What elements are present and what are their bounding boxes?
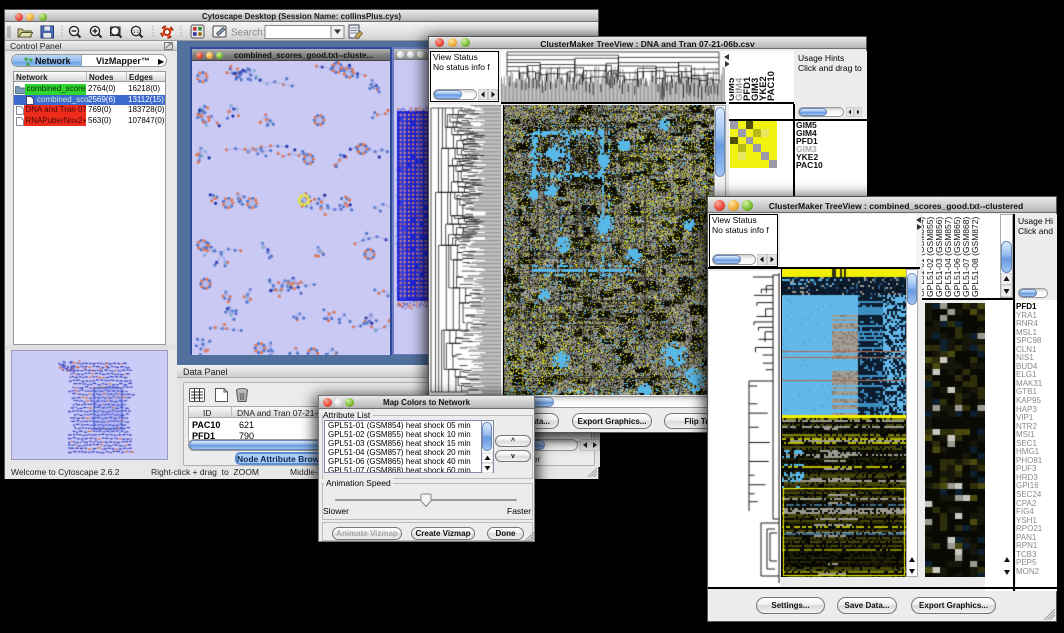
svg-text:Search:: Search: — [231, 28, 265, 39]
svg-text:1:1: 1:1 — [133, 29, 140, 34]
